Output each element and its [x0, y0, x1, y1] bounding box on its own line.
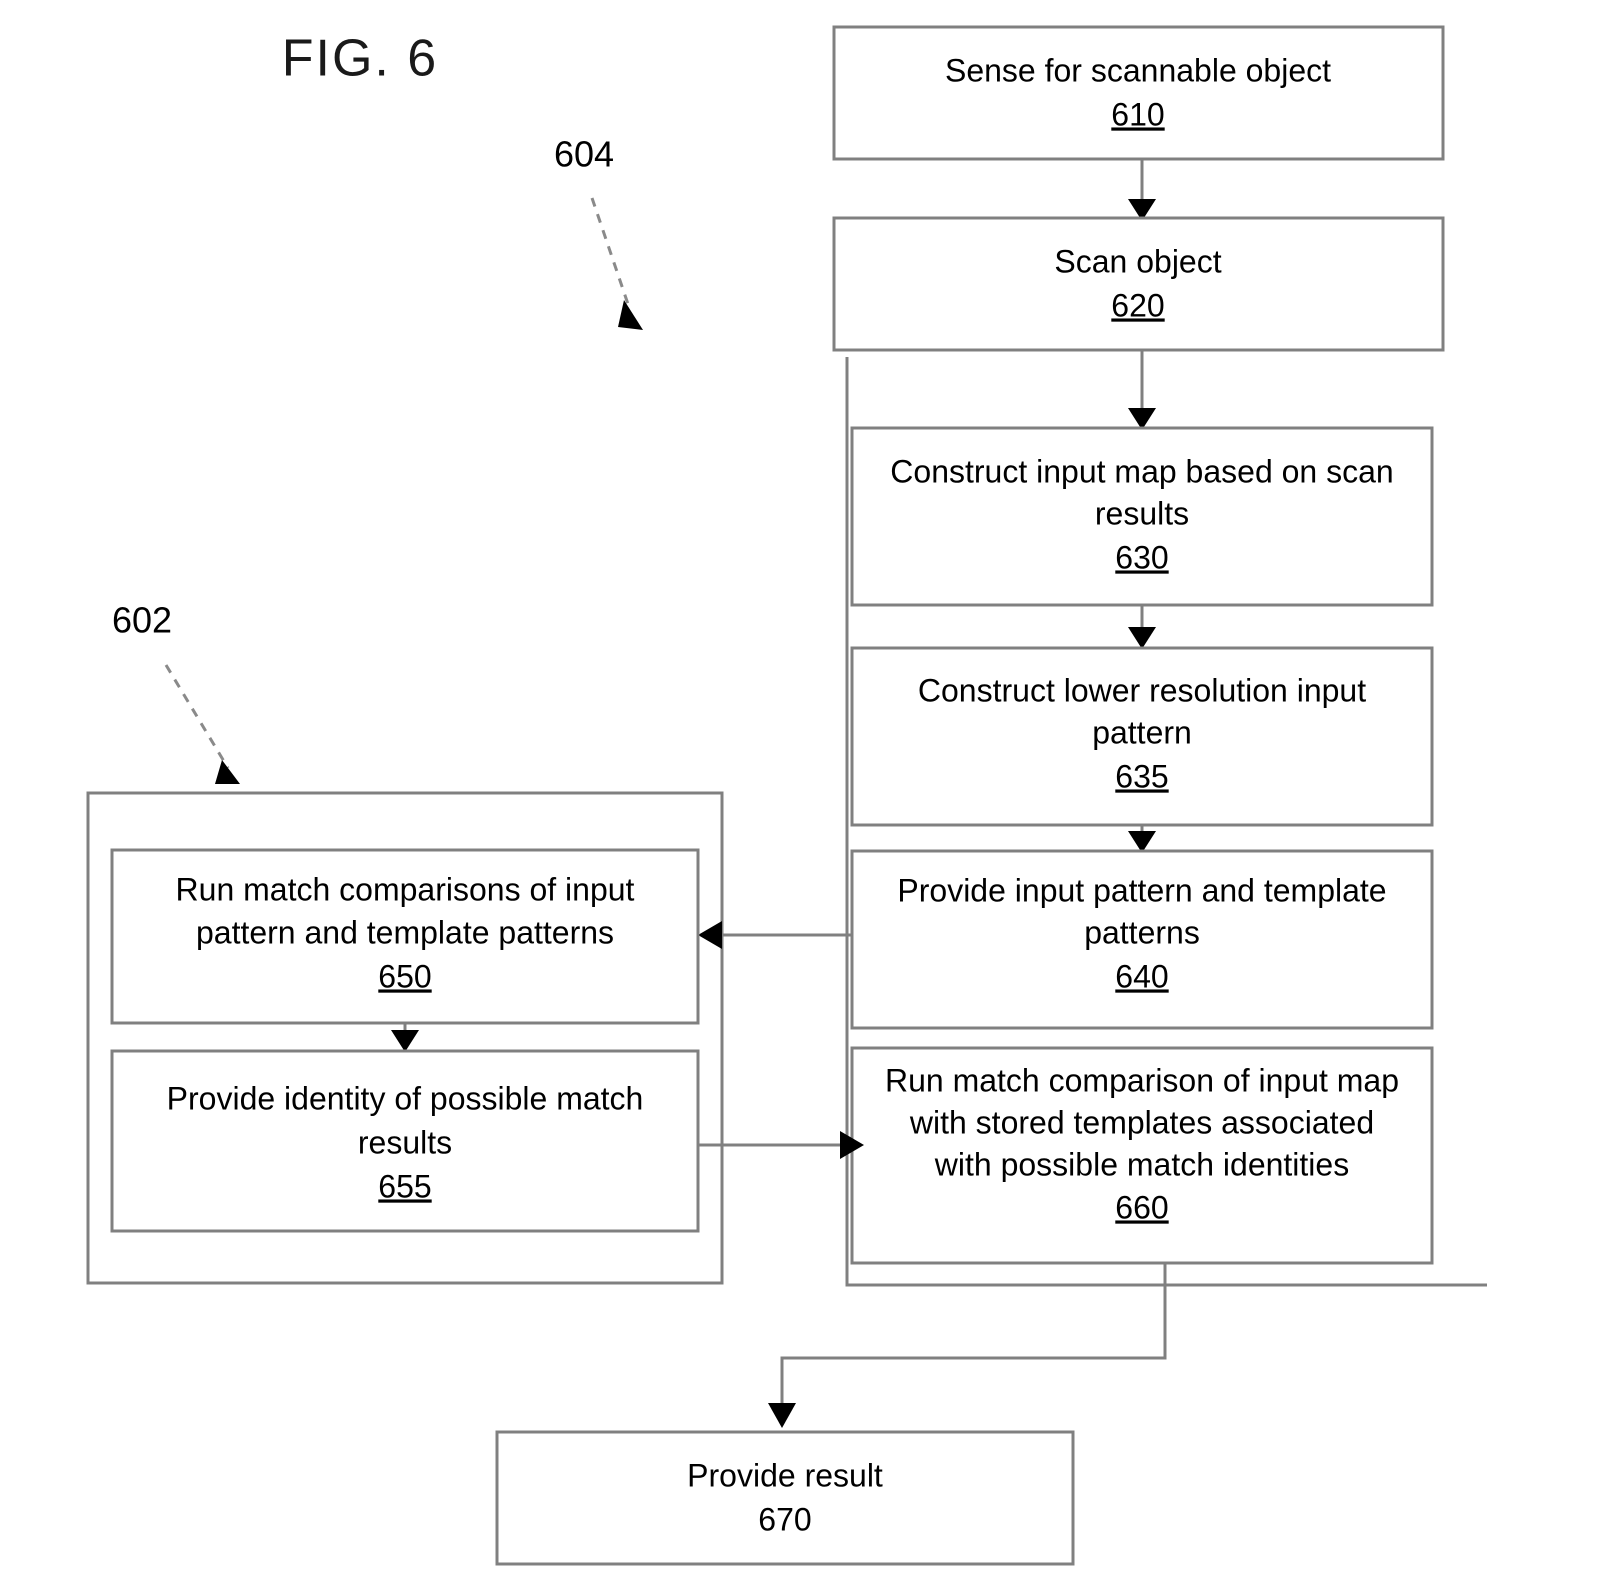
callout-602-label: 602 [112, 600, 172, 641]
node-650-line-1: Run match comparisons of input [176, 871, 635, 907]
callout-602: 602 [112, 600, 240, 784]
node-640-ref: 640 [1115, 958, 1168, 994]
node-635-ref: 635 [1115, 758, 1168, 794]
node-660-line-3: with possible match identities [934, 1146, 1349, 1182]
arrow-640-to-650-head [698, 921, 722, 949]
node-610-box [832, 25, 1445, 161]
arrow-650-to-655 [391, 1023, 419, 1052]
node-635-line-2: pattern [1092, 714, 1192, 750]
node-610: Sense for scannable object 610 [832, 25, 1445, 161]
arrow-660-to-670 [768, 1263, 1167, 1428]
node-655-line-1: Provide identity of possible match [167, 1080, 644, 1116]
node-630-line-2: results [1095, 495, 1189, 531]
node-640-line-2: patterns [1084, 914, 1200, 950]
arrow-640-to-650 [698, 921, 852, 949]
arrow-660-to-670-head [768, 1403, 796, 1428]
node-620-ref: 620 [1111, 287, 1164, 323]
callout-604-leader-line [590, 197, 632, 311]
node-670-box [495, 1430, 1075, 1566]
arrow-610-to-620 [1128, 159, 1156, 221]
arrow-630-to-635 [1128, 605, 1156, 649]
node-620: Scan object 620 [832, 216, 1445, 352]
node-650-line-2: pattern and template patterns [196, 914, 614, 950]
node-670: Provide result 670 [495, 1430, 1075, 1566]
arrow-650-to-655-head [391, 1030, 419, 1052]
node-630: Construct input map based on scan result… [850, 426, 1434, 607]
node-630-line-1: Construct input map based on scan [890, 453, 1393, 489]
callout-604-arrowhead [618, 300, 643, 330]
node-660-line-1: Run match comparison of input map [885, 1062, 1399, 1098]
arrow-635-to-640 [1128, 825, 1156, 853]
flowchart-diagram: FIG. 6 604 602 Sense for scannable objec… [86, 25, 1487, 1566]
node-635: Construct lower resolution input pattern… [850, 646, 1434, 827]
node-670-ref: 670 [758, 1501, 811, 1537]
figure-canvas: FIG. 6 604 602 Sense for scannable objec… [0, 0, 1600, 1590]
node-650: Run match comparisons of input pattern a… [110, 848, 700, 1025]
node-635-line-1: Construct lower resolution input [918, 672, 1366, 708]
node-655-line-2: results [358, 1124, 452, 1160]
node-650-ref: 650 [378, 958, 431, 994]
callout-602-arrowhead [215, 760, 240, 784]
node-660-line-2: with stored templates associated [909, 1104, 1374, 1140]
node-660-ref: 660 [1115, 1189, 1168, 1225]
node-630-ref: 630 [1115, 539, 1168, 575]
callout-604: 604 [554, 134, 643, 330]
node-610-line-1: Sense for scannable object [945, 52, 1331, 88]
arrow-620-to-630 [1128, 350, 1156, 430]
node-640: Provide input pattern and template patte… [850, 849, 1434, 1030]
callout-602-leader-line [164, 664, 230, 769]
node-640-line-1: Provide input pattern and template [897, 872, 1386, 908]
node-660: Run match comparison of input map with s… [850, 1046, 1434, 1265]
node-610-ref: 610 [1111, 96, 1164, 132]
callout-604-label: 604 [554, 134, 614, 175]
arrow-630-to-635-head [1128, 627, 1156, 649]
node-670-line-1: Provide result [687, 1457, 883, 1493]
node-655-ref: 655 [378, 1168, 431, 1204]
node-620-box [832, 216, 1445, 352]
figure-title: FIG. 6 [282, 30, 438, 88]
node-655: Provide identity of possible match resul… [110, 1049, 700, 1233]
node-620-line-1: Scan object [1054, 243, 1221, 279]
